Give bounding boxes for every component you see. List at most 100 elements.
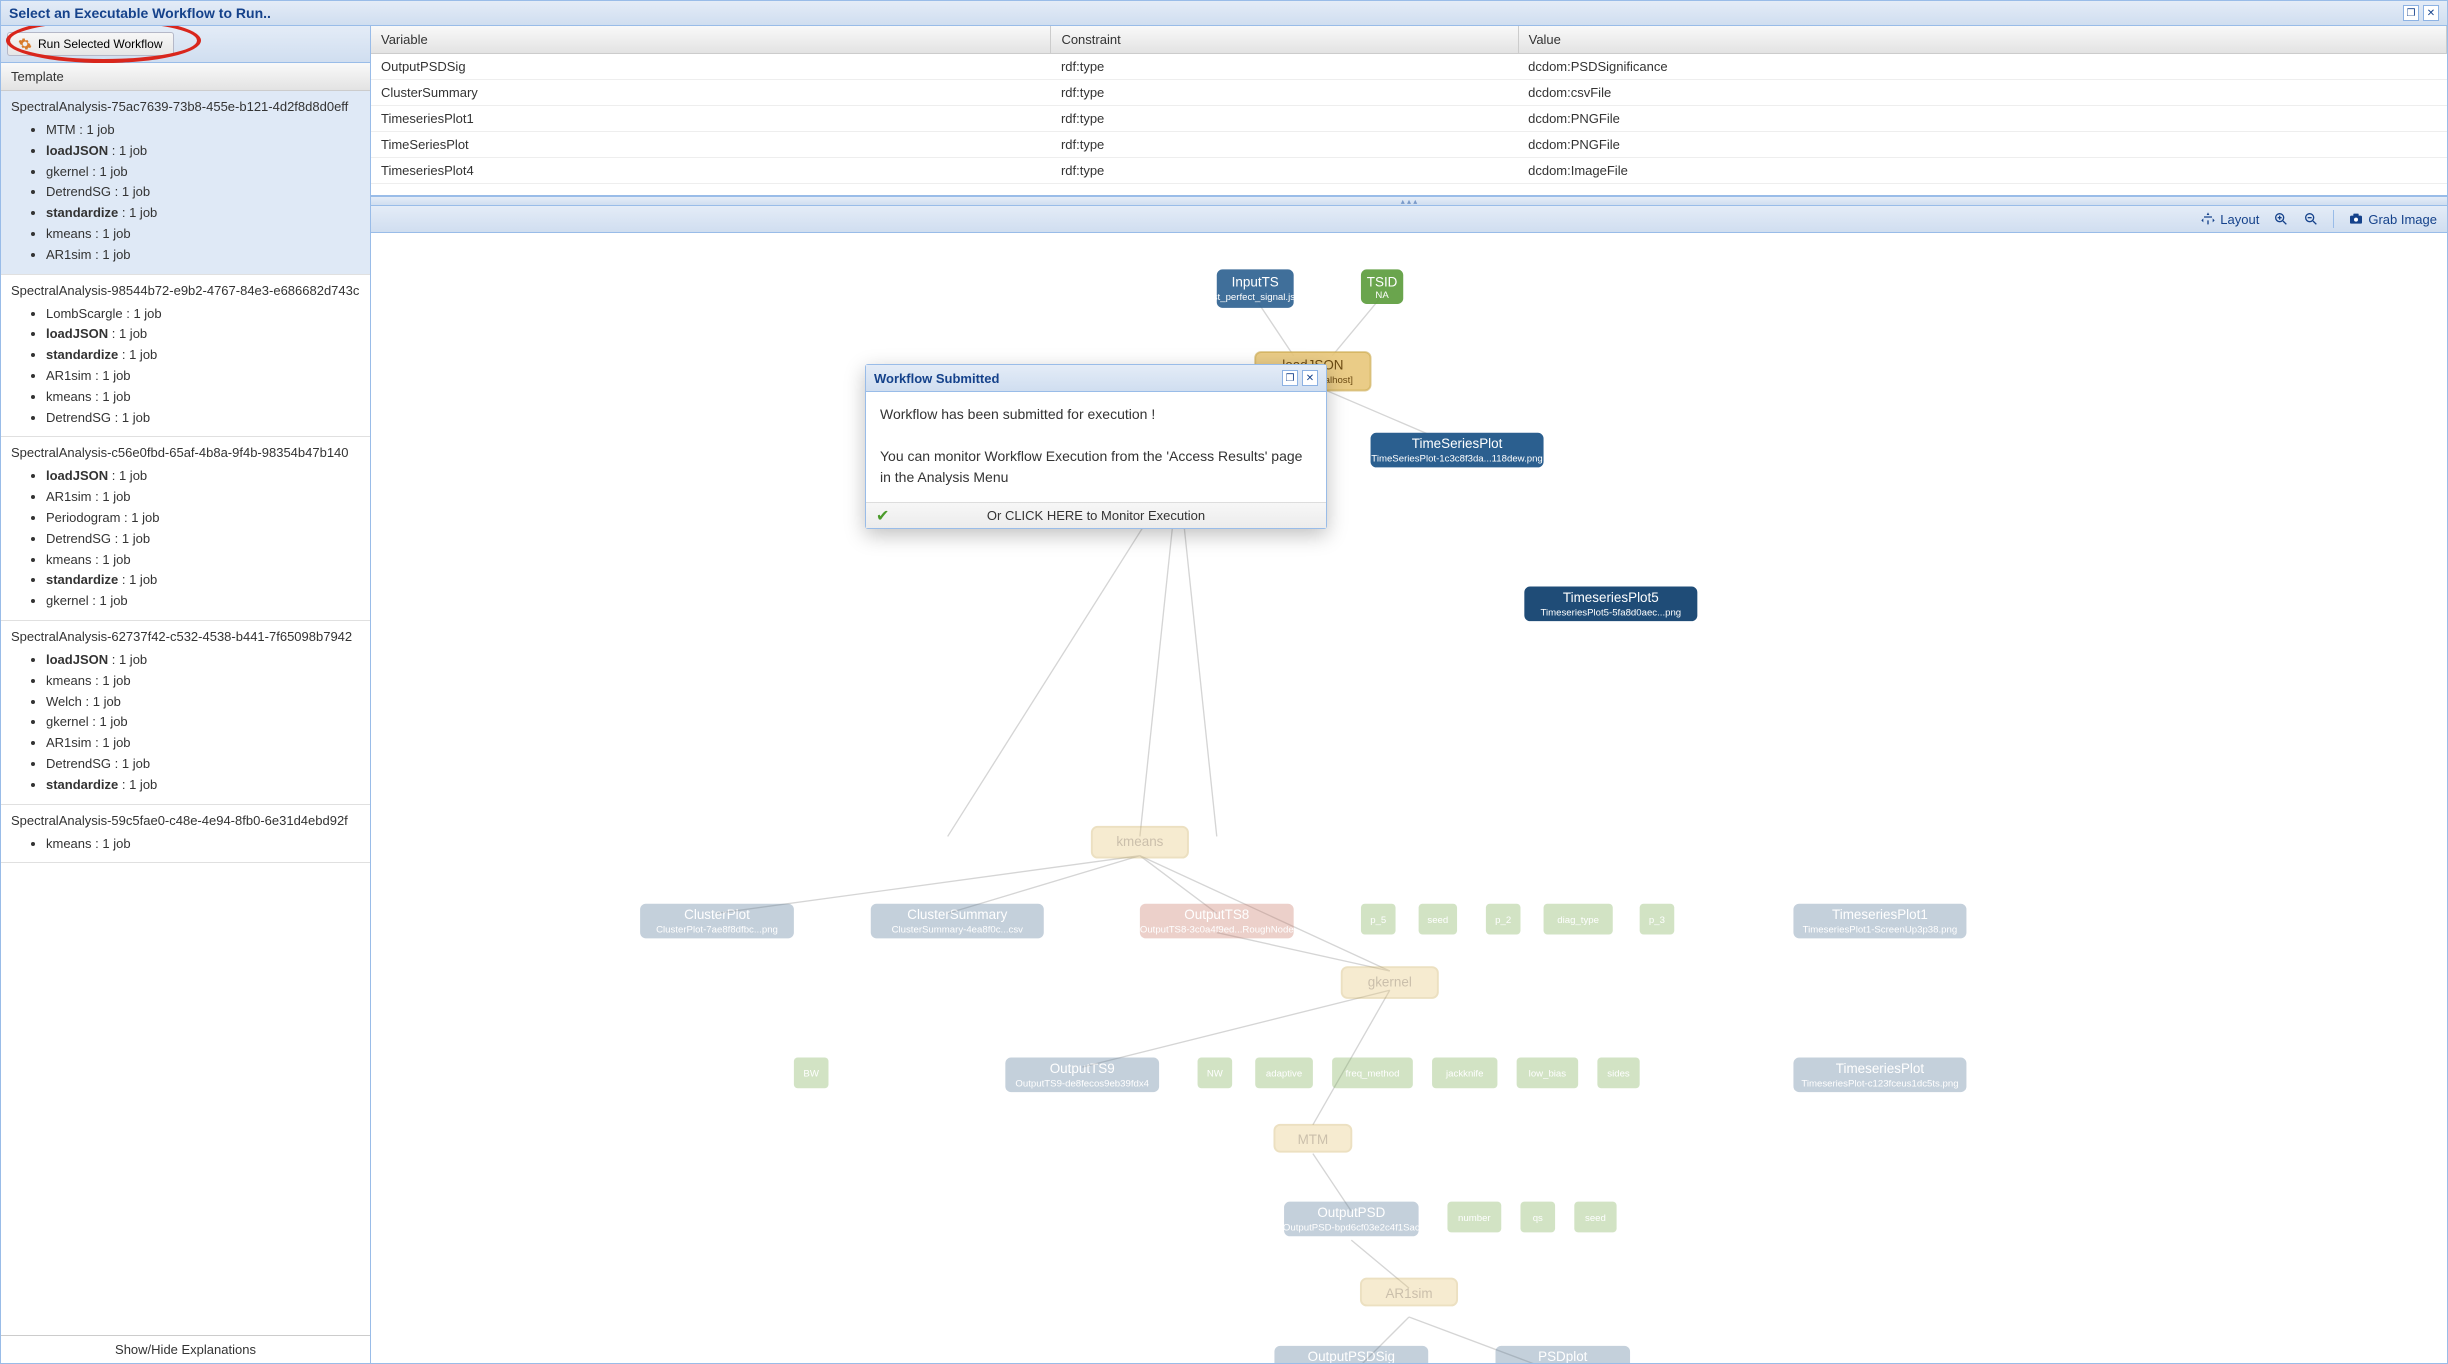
table-cell: rdf:type: [1051, 106, 1518, 132]
svg-text:p_2: p_2: [1495, 915, 1511, 926]
job-item: DetrendSG : 1 job: [46, 182, 360, 203]
table-row[interactable]: TimeSeriesPlotrdf:typedcdom:PNGFile: [371, 132, 2447, 158]
zoom-in-icon[interactable]: [2273, 211, 2289, 227]
svg-text:seed: seed: [1427, 915, 1448, 926]
template-item[interactable]: SpectralAnalysis-c56e0fbd-65af-4b8a-9f4b…: [1, 437, 370, 621]
template-item[interactable]: SpectralAnalysis-98544b72-e9b2-4767-84e3…: [1, 275, 370, 438]
job-list: MTM : 1 jobloadJSON : 1 jobgkernel : 1 j…: [11, 120, 360, 266]
svg-text:BW: BW: [803, 1069, 819, 1080]
close-button[interactable]: ✕: [2423, 5, 2439, 21]
constraints-table: VariableConstraintValue OutputPSDSigrdf:…: [371, 26, 2447, 184]
job-item: loadJSON : 1 job: [46, 466, 360, 487]
template-name: SpectralAnalysis-62737f42-c532-4538-b441…: [11, 629, 360, 644]
dialog-maximize-button[interactable]: ❐: [1282, 370, 1298, 386]
table-header[interactable]: Value: [1518, 26, 2446, 54]
maximize-button[interactable]: ❐: [2403, 5, 2419, 21]
svg-text:test_perfect_signal.json: test_perfect_signal.json: [1205, 292, 1306, 303]
job-item: kmeans : 1 job: [46, 387, 360, 408]
job-item: loadJSON : 1 job: [46, 650, 360, 671]
job-item: standardize : 1 job: [46, 345, 360, 366]
template-list[interactable]: SpectralAnalysis-75ac7639-73b8-455e-b121…: [1, 91, 370, 1335]
table-row[interactable]: ClusterSummaryrdf:typedcdom:csvFile: [371, 80, 2447, 106]
splitter-handle[interactable]: ▴ ▴ ▴: [371, 196, 2447, 206]
check-icon: ✔: [876, 506, 889, 526]
template-item[interactable]: SpectralAnalysis-59c5fae0-c48e-4e94-8fb0…: [1, 805, 370, 864]
table-cell: rdf:type: [1051, 54, 1518, 80]
job-item: AR1sim : 1 job: [46, 366, 360, 387]
svg-text:number: number: [1458, 1213, 1491, 1224]
svg-text:diag_type: diag_type: [1557, 915, 1599, 926]
job-item: Periodogram : 1 job: [46, 508, 360, 529]
dialog-message-2: You can monitor Workflow Execution from …: [880, 446, 1312, 488]
left-panel: Run Selected Workflow Template SpectralA…: [1, 26, 371, 1363]
job-list: kmeans : 1 job: [11, 834, 360, 855]
svg-text:TimeseriesPlot-c123fceus1dc5ts: TimeseriesPlot-c123fceus1dc5ts.png: [1801, 1078, 1958, 1089]
template-name: SpectralAnalysis-59c5fae0-c48e-4e94-8fb0…: [11, 813, 360, 828]
job-item: loadJSON : 1 job: [46, 324, 360, 345]
table-cell: dcdom:ImageFile: [1518, 158, 2446, 184]
template-name: SpectralAnalysis-75ac7639-73b8-455e-b121…: [11, 99, 360, 114]
template-item[interactable]: SpectralAnalysis-75ac7639-73b8-455e-b121…: [1, 91, 370, 275]
dialog-close-button[interactable]: ✕: [1302, 370, 1318, 386]
node-timeseriesplot[interactable]: TimeSeriesPlot TimeSeriesPlot-1c3c8f3da.…: [1371, 433, 1544, 468]
svg-text:ClusterSummary: ClusterSummary: [907, 907, 1007, 922]
svg-text:MTM: MTM: [1298, 1132, 1329, 1147]
table-cell: OutputPSDSig: [371, 54, 1051, 80]
job-item: Welch : 1 job: [46, 692, 360, 713]
template-item[interactable]: SpectralAnalysis-62737f42-c532-4538-b441…: [1, 621, 370, 805]
node-inputts[interactable]: InputTS test_perfect_signal.json: [1205, 269, 1306, 307]
workflow-canvas[interactable]: InputTS test_perfect_signal.json TSID NA…: [371, 233, 2447, 1363]
table-cell: dcdom:PSDSignificance: [1518, 54, 2446, 80]
svg-text:ClusterPlot: ClusterPlot: [684, 907, 750, 922]
run-button-label: Run Selected Workflow: [38, 37, 163, 51]
layout-label: Layout: [2220, 212, 2259, 227]
svg-text:qs: qs: [1533, 1213, 1543, 1224]
canvas-toolbar: Layout Grab Image: [371, 206, 2447, 233]
svg-text:TimeseriesPlot: TimeseriesPlot: [1836, 1061, 1925, 1076]
camera-icon: [2348, 211, 2364, 227]
node-timeseriesplot5[interactable]: TimeseriesPlot5 TimeseriesPlot5-5fa8d0ae…: [1524, 587, 1697, 622]
svg-text:InputTS: InputTS: [1232, 275, 1279, 290]
svg-text:adaptive: adaptive: [1266, 1069, 1302, 1080]
table-header[interactable]: Variable: [371, 26, 1051, 54]
node-tsid[interactable]: TSID NA: [1361, 269, 1403, 304]
svg-text:OutputTS9-de8fecos9eb39fdx4: OutputTS9-de8fecos9eb39fdx4: [1015, 1078, 1149, 1089]
layout-button[interactable]: Layout: [2200, 211, 2259, 227]
job-item: gkernel : 1 job: [46, 712, 360, 733]
title-bar: Select an Executable Workflow to Run.. ❐…: [1, 1, 2447, 26]
svg-text:TSID: TSID: [1367, 275, 1398, 290]
job-item: standardize : 1 job: [46, 570, 360, 591]
template-name: SpectralAnalysis-98544b72-e9b2-4767-84e3…: [11, 283, 360, 298]
table-row[interactable]: TimeseriesPlot4rdf:typedcdom:ImageFile: [371, 158, 2447, 184]
table-cell: TimeseriesPlot4: [371, 158, 1051, 184]
table-header[interactable]: Constraint: [1051, 26, 1518, 54]
svg-text:OutputPSDSig: OutputPSDSig: [1308, 1349, 1395, 1363]
job-item: DetrendSG : 1 job: [46, 408, 360, 429]
svg-text:TimeSeriesPlot-1c3c8f3da...118: TimeSeriesPlot-1c3c8f3da...118dew.png: [1371, 454, 1542, 465]
svg-text:NA: NA: [1375, 290, 1389, 301]
constraints-table-area: VariableConstraintValue OutputPSDSigrdf:…: [371, 26, 2447, 196]
run-selected-workflow-button[interactable]: Run Selected Workflow: [7, 32, 174, 56]
svg-text:TimeseriesPlot1-ScreenUp3p38.p: TimeseriesPlot1-ScreenUp3p38.png: [1803, 925, 1958, 936]
monitor-execution-link[interactable]: Or CLICK HERE to Monitor Execution: [987, 508, 1205, 523]
zoom-out-icon[interactable]: [2303, 211, 2319, 227]
show-hide-explanations-button[interactable]: Show/Hide Explanations: [1, 1335, 370, 1363]
dialog-title: Workflow Submitted: [874, 371, 999, 386]
svg-text:PSDplot: PSDplot: [1538, 1349, 1588, 1363]
svg-text:jackknife: jackknife: [1445, 1069, 1483, 1080]
svg-text:OutputPSD-bpd6cf03e2c4f1Sac: OutputPSD-bpd6cf03e2c4f1Sac: [1283, 1223, 1420, 1234]
svg-text:kmeans: kmeans: [1116, 834, 1163, 849]
template-name: SpectralAnalysis-c56e0fbd-65af-4b8a-9f4b…: [11, 445, 360, 460]
table-cell: TimeSeriesPlot: [371, 132, 1051, 158]
grab-image-button[interactable]: Grab Image: [2348, 211, 2437, 227]
job-item: gkernel : 1 job: [46, 591, 360, 612]
svg-text:OutputTS8: OutputTS8: [1184, 907, 1249, 922]
dialog-message-1: Workflow has been submitted for executio…: [880, 404, 1312, 425]
left-toolbar: Run Selected Workflow: [1, 26, 370, 63]
dialog-footer: ✔ Or CLICK HERE to Monitor Execution: [866, 502, 1326, 528]
svg-text:gkernel: gkernel: [1368, 974, 1412, 989]
table-row[interactable]: TimeseriesPlot1rdf:typedcdom:PNGFile: [371, 106, 2447, 132]
job-item: loadJSON : 1 job: [46, 141, 360, 162]
table-row[interactable]: OutputPSDSigrdf:typedcdom:PSDSignificanc…: [371, 54, 2447, 80]
svg-text:p_3: p_3: [1649, 915, 1665, 926]
